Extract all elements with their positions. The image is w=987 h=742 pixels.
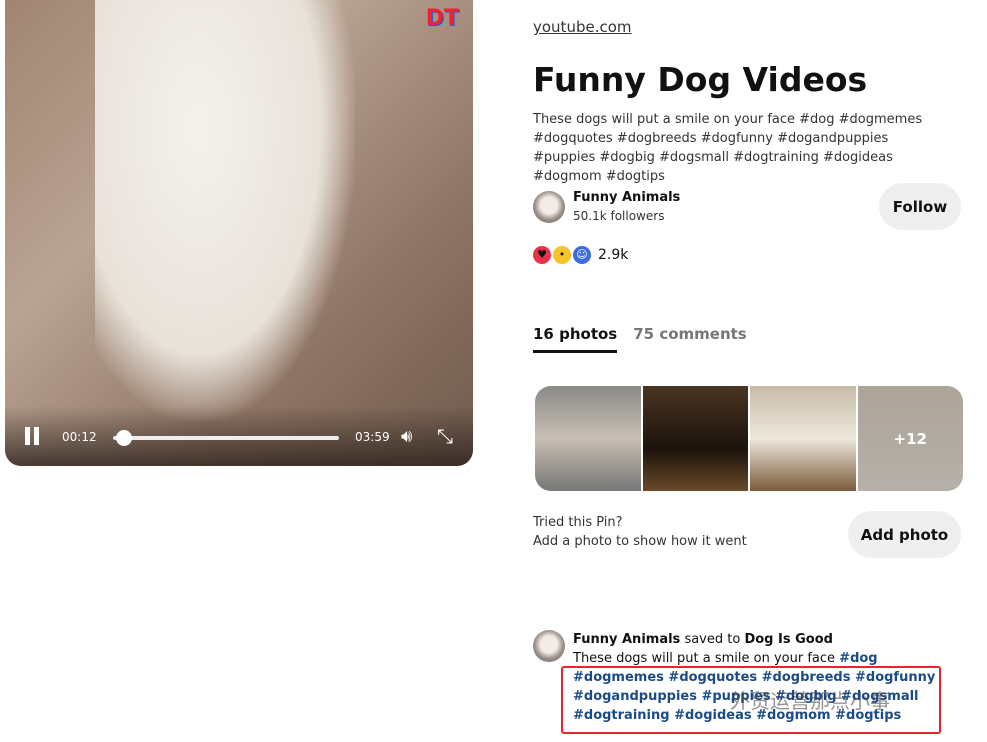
tried-prompt: Tried this Pin? Add a photo to show how … [533,513,747,551]
tried-title: Tried this Pin? [533,515,623,530]
comment-user[interactable]: Funny Animals [573,632,680,647]
author-name[interactable]: Funny Animals [573,190,680,205]
reaction-count: 2.9k [598,247,629,263]
pin-description: These dogs will put a smile on your face… [533,112,923,184]
photo-strip: +12 [535,386,963,491]
avatar[interactable] [533,191,565,223]
video-player[interactable]: DT 00:12 03:59 🔊︎ ⤡ [5,0,473,466]
watermark: 外贸运营那点小事 [730,689,890,713]
smile-icon: ☺ [573,246,591,264]
tried-subtitle: Add a photo to show how it went [533,534,747,549]
photo-thumbnail-more[interactable]: +12 [857,386,963,491]
photo-thumbnail[interactable] [750,386,856,491]
avatar[interactable] [533,630,565,662]
duration: 03:59 [355,430,390,444]
more-photos-count: +12 [857,386,963,491]
add-photo-button[interactable]: Add photo [848,511,961,558]
progress-slider[interactable] [113,430,339,446]
saved-to-text: saved to [684,632,741,647]
current-time: 00:12 [62,430,97,444]
photo-thumbnail[interactable] [535,386,641,491]
comment-text: These dogs will put a smile on your face [573,651,836,666]
follow-button[interactable]: Follow [879,183,961,230]
follower-count: 50.1k followers [573,209,665,223]
board-name[interactable]: Dog Is Good [744,632,833,647]
fullscreen-icon[interactable]: ⤡ [437,424,453,448]
video-controls: 00:12 03:59 🔊︎ ⤡ [5,406,473,466]
author[interactable]: Funny Animals 50.1k followers [533,190,680,224]
channel-logo: DT [425,6,459,31]
volume-icon[interactable]: 🔊︎ [401,426,412,447]
source-link[interactable]: youtube.com [533,18,632,36]
pause-icon[interactable] [25,427,39,445]
photo-thumbnail[interactable] [642,386,748,491]
tab-photos[interactable]: 16 photos [533,325,618,353]
page-title: Funny Dog Videos [533,60,868,99]
video-frame [95,0,355,420]
heart-eyes-icon: ♥ [533,246,551,264]
reactions[interactable]: ♥ • ☺ 2.9k [533,246,628,264]
wow-icon: • [553,246,571,264]
tab-comments[interactable]: 75 comments [633,325,747,353]
progress-thumb[interactable] [116,430,133,446]
